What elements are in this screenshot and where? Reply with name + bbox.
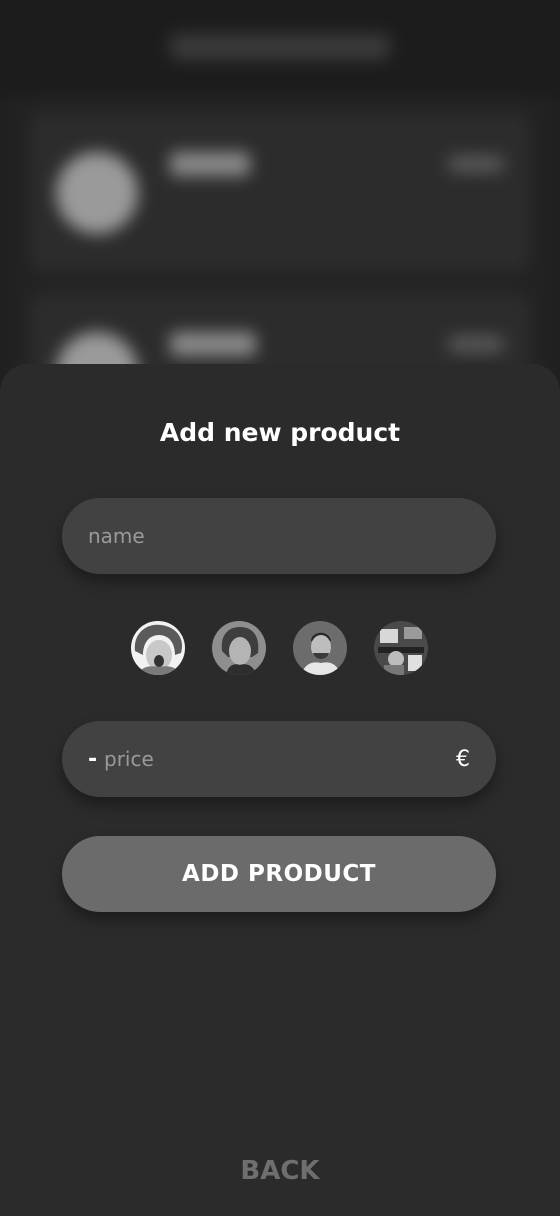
back-button[interactable]: BACK	[0, 1156, 560, 1186]
add-product-sheet: Add new product name - price € ADD PRODU…	[0, 364, 560, 1216]
background-price	[448, 156, 504, 172]
add-product-button[interactable]: ADD PRODUCT	[62, 836, 496, 912]
name-input[interactable]	[88, 524, 468, 548]
avatar-3-image	[293, 621, 347, 675]
name-field-container	[62, 498, 496, 574]
background-card	[30, 112, 530, 272]
avatar-option-4[interactable]	[374, 621, 428, 675]
currency-symbol: €	[456, 746, 470, 772]
avatar-4-image	[374, 621, 428, 675]
avatar-option-1[interactable]	[131, 621, 185, 675]
avatar-option-2[interactable]	[212, 621, 266, 675]
price-field-container: - €	[62, 721, 496, 797]
blurred-background	[0, 0, 560, 420]
background-name	[170, 332, 256, 356]
background-name	[170, 152, 250, 176]
avatar-1-image	[131, 621, 185, 675]
avatar-2-image	[212, 621, 266, 675]
background-title	[170, 34, 390, 60]
avatar-picker	[0, 621, 560, 675]
background-header	[0, 0, 560, 96]
background-avatar	[56, 152, 138, 234]
background-price	[448, 336, 504, 352]
price-input[interactable]	[104, 747, 424, 771]
sheet-title: Add new product	[159, 418, 401, 447]
avatar-option-3[interactable]	[293, 621, 347, 675]
price-sign-toggle[interactable]: -	[88, 747, 104, 772]
